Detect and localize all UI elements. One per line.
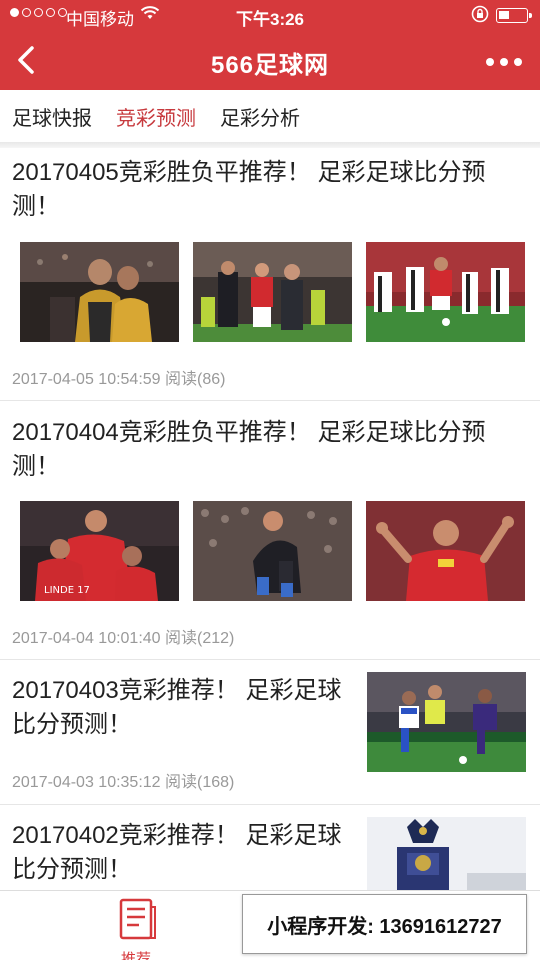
article-photo[interactable]	[367, 672, 526, 772]
article-title[interactable]: 20170404竞彩胜负平推荐！ 足彩足球比分预测！	[12, 416, 530, 484]
document-icon	[119, 898, 156, 940]
more-options-button[interactable]	[486, 58, 522, 66]
article-item[interactable]: 20170405竞彩胜负平推荐！ 足彩足球比分预测！ 2017-04-05 10…	[0, 148, 540, 401]
tab-lottery-prediction[interactable]: 竞彩预测	[116, 102, 196, 131]
tab-recommend-label: 推荐	[120, 951, 151, 960]
rotation-lock-icon	[470, 4, 490, 29]
article-title[interactable]: 20170403竞彩推荐！ 足彩足球比分预测！	[12, 674, 352, 742]
svg-text:LINDE 17: LINDE 17	[44, 585, 90, 596]
article-photo[interactable]: LINDE 17	[20, 501, 179, 601]
article-photo[interactable]	[193, 242, 352, 342]
article-item[interactable]: 20170402竞彩推荐！ 足彩足球比分预测！	[0, 805, 540, 895]
status-bar: 中国移动 下午3:26	[0, 0, 540, 32]
tab-lottery-analysis[interactable]: 足彩分析	[220, 102, 300, 131]
article-meta: 2017-04-03 10:35:12 阅读(168)	[12, 774, 235, 791]
article-meta: 2017-04-05 10:54:59 阅读(86)	[12, 371, 226, 388]
clock: 下午3:26	[235, 10, 305, 29]
category-tabs: 足球快报 竞彩预测 足彩分析	[0, 90, 540, 142]
article-item[interactable]: 20170404竞彩胜负平推荐！ 足彩足球比分预测！ LINDE 17 2017…	[0, 402, 540, 660]
article-item[interactable]: 20170403竞彩推荐！ 足彩足球比分预测！ 2017-04-03 10:35…	[0, 660, 540, 805]
more-dot-icon	[486, 58, 494, 66]
more-dot-icon	[514, 58, 522, 66]
battery-icon	[496, 8, 532, 23]
navigation-bar: 566足球网	[0, 32, 540, 90]
article-photo[interactable]	[20, 242, 179, 342]
article-photo[interactable]	[367, 817, 526, 895]
article-title[interactable]: 20170405竞彩胜负平推荐！ 足彩足球比分预测！	[12, 156, 530, 224]
promo-banner[interactable]: 小程序开发: 13691612727	[242, 894, 527, 954]
page-title: 566足球网	[210, 52, 330, 79]
article-thumbnails: LINDE 17	[20, 501, 525, 601]
article-meta: 2017-04-04 10:01:40 阅读(212)	[12, 630, 235, 647]
article-title[interactable]: 20170402竞彩推荐！ 足彩足球比分预测！	[12, 819, 352, 887]
article-photo[interactable]	[193, 501, 352, 601]
more-dot-icon	[500, 58, 508, 66]
article-photo[interactable]	[366, 501, 525, 601]
tab-recommend[interactable]: 推荐	[100, 897, 172, 960]
article-photo[interactable]	[366, 242, 525, 342]
tab-football-news[interactable]: 足球快报	[12, 102, 92, 131]
article-thumbnails	[20, 242, 525, 342]
